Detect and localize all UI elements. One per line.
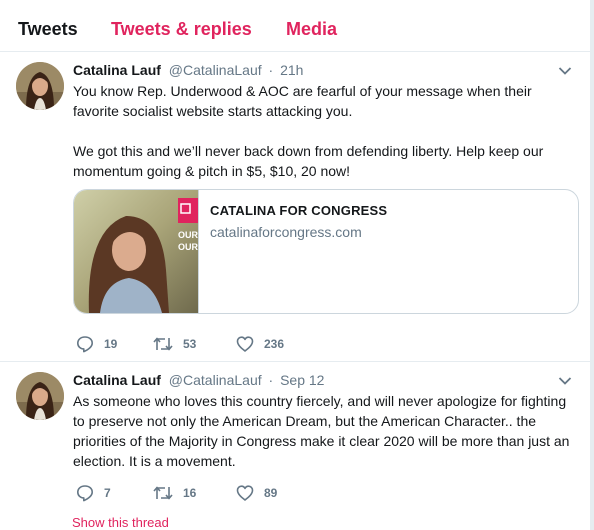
like-icon [236,485,254,501]
chevron-down-icon[interactable] [558,376,572,386]
retweet-icon [153,486,173,500]
author-handle[interactable]: @CatalinaLauf [169,62,262,78]
retweet-button[interactable]: 16 [153,483,196,503]
retweet-count: 16 [183,486,197,500]
reply-count: 19 [104,337,118,351]
card-url: catalinaforcongress.com [210,224,362,240]
tweet-text: As someone who loves this country fierce… [73,393,570,469]
author-handle[interactable]: @CatalinaLauf [169,372,262,388]
link-card[interactable]: OUR OUR CATALINA FOR CONGRESS catalinafo… [73,189,579,314]
separator-dot: · [268,372,274,388]
tweet-header: Catalina Lauf @CatalinaLauf · Sep 12 [73,372,324,388]
separator-dot: · [268,62,274,78]
like-icon [236,336,254,352]
reply-icon [77,336,93,353]
tab-tweets-and-replies[interactable]: Tweets & replies [111,19,252,40]
reply-icon [77,485,93,502]
reply-button[interactable]: 7 [76,483,111,503]
card-image: OUR OUR [74,190,199,313]
retweet-count: 53 [183,337,197,351]
author-name[interactable]: Catalina Lauf [73,372,161,388]
card-title: CATALINA FOR CONGRESS [210,203,388,218]
tweet-header: Catalina Lauf @CatalinaLauf · 21h [73,62,303,78]
reply-button[interactable]: 19 [76,334,117,354]
tab-tweets[interactable]: Tweets [18,19,78,40]
tweet[interactable]: Catalina Lauf @CatalinaLauf · 21h You kn… [0,52,590,362]
tweet-actions: 19 53 236 [73,334,393,354]
tweet-text: You know Rep. Underwood & AOC are fearfu… [73,83,532,119]
tweet-text: We got this and we’ll never back down fr… [73,143,544,179]
avatar[interactable] [16,62,64,110]
retweet-button[interactable]: 53 [153,334,196,354]
like-count: 89 [264,486,278,500]
card-image-text: OUR [178,242,198,252]
author-name[interactable]: Catalina Lauf [73,62,161,78]
tweet-timestamp[interactable]: Sep 12 [280,372,324,388]
avatar[interactable] [16,372,64,420]
like-count: 236 [264,337,285,351]
reply-count: 7 [104,486,111,500]
tweet[interactable]: Catalina Lauf @CatalinaLauf · Sep 12 As … [0,362,590,530]
profile-tabs: Tweets Tweets & replies Media [0,0,590,52]
retweet-icon [153,337,173,351]
profile-timeline: Tweets Tweets & replies Media Catalina L… [0,0,591,530]
card-image-text: OUR [178,230,198,240]
tab-media[interactable]: Media [286,19,337,40]
chevron-down-icon[interactable] [558,66,572,76]
tweet-actions: 7 16 89 [73,483,393,503]
tweet-timestamp[interactable]: 21h [280,62,303,78]
show-thread-link[interactable]: Show this thread [72,515,169,530]
like-button[interactable]: 89 [236,483,277,503]
like-button[interactable]: 236 [236,334,284,354]
